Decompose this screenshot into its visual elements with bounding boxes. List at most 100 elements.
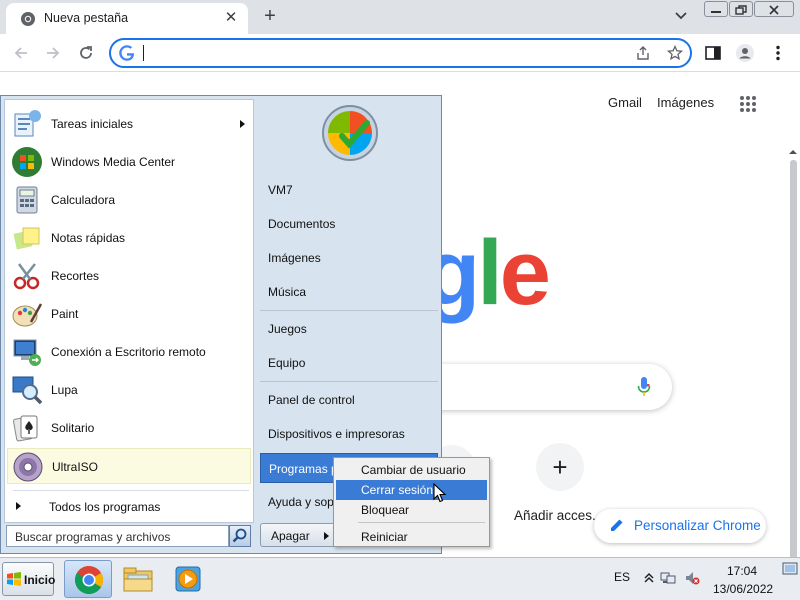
start-item-notas-rapidas[interactable]: Notas rápidas (7, 220, 251, 256)
start-item-ultraiso[interactable]: UltraISO (7, 448, 251, 484)
start-item-paint[interactable]: Paint (7, 296, 251, 332)
more-menu-icon[interactable] (768, 43, 788, 63)
places-item-devices-printers[interactable]: Dispositivos e impresoras (260, 419, 438, 449)
tab-search-chevron-icon[interactable] (672, 6, 690, 24)
start-item-tareas-iniciales[interactable]: Tareas iniciales (7, 106, 251, 142)
share-icon[interactable] (635, 45, 651, 61)
places-item-control-panel[interactable]: Panel de control (260, 385, 438, 415)
restore-button[interactable] (729, 1, 753, 17)
start-item-lupa[interactable]: Lupa (7, 372, 251, 408)
address-text-cursor (143, 45, 144, 61)
restore-icon (735, 5, 747, 15)
scrollbar-thumb[interactable] (790, 160, 797, 557)
places-item-label: Música (268, 285, 307, 299)
profile-avatar-icon[interactable] (735, 43, 755, 63)
taskbar-chrome-button[interactable] (64, 560, 112, 598)
forward-arrow-icon[interactable] (43, 43, 63, 63)
voice-search-mic-icon[interactable] (636, 376, 652, 398)
google-apps-grid-icon[interactable] (739, 95, 757, 113)
start-item-label: Tareas iniciales (51, 117, 134, 131)
show-desktop-icon[interactable] (782, 561, 798, 578)
bookmark-star-icon[interactable] (667, 45, 683, 61)
windows-logo-icon (7, 572, 21, 586)
sticky-notes-icon (13, 227, 40, 250)
start-label: Inicio (24, 573, 56, 587)
places-item-music[interactable]: Música (260, 277, 438, 307)
clock-date[interactable]: 13/06/2022 (713, 582, 773, 596)
snipping-tool-icon (13, 263, 40, 290)
divider (358, 522, 485, 523)
menu-item-log-off[interactable]: Cerrar sesión (336, 480, 487, 500)
scroll-up-arrow-icon[interactable] (788, 147, 798, 157)
start-item-label: UltraISO (52, 460, 99, 474)
start-search-button[interactable] (229, 525, 251, 547)
network-icon[interactable] (660, 570, 676, 586)
menu-item-switch-user[interactable]: Cambiar de usuario (336, 460, 487, 480)
back-arrow-icon[interactable] (11, 43, 31, 63)
start-item-label: Paint (51, 307, 79, 321)
start-item-label: Conexión a Escritorio remoto (51, 345, 206, 359)
explorer-icon (123, 567, 153, 592)
menu-item-label: Cerrar sesión (361, 483, 434, 497)
start-item-solitario[interactable]: Solitario (7, 410, 251, 446)
start-search-input[interactable]: Buscar programas y archivos (6, 525, 229, 547)
start-menu-places-pane: VM7 Documentos Imágenes Música Juegos Eq… (258, 99, 440, 519)
places-item-pictures[interactable]: Imágenes (260, 243, 438, 273)
mouse-pointer-icon (433, 483, 447, 503)
taskbar-explorer-button[interactable] (114, 560, 162, 598)
language-indicator[interactable]: ES (614, 570, 630, 584)
user-picture-icon (322, 105, 378, 161)
places-item-documents[interactable]: Documentos (260, 209, 438, 239)
submenu-arrow-icon (240, 120, 245, 128)
reload-icon[interactable] (76, 43, 96, 63)
divider (260, 310, 438, 311)
start-item-remote-desktop[interactable]: Conexión a Escritorio remoto (7, 334, 251, 370)
images-link[interactable]: Imágenes (657, 95, 714, 110)
paint-icon (12, 303, 43, 327)
places-item-user[interactable]: VM7 (260, 175, 438, 205)
magnifier-icon (12, 376, 43, 405)
places-item-games[interactable]: Juegos (260, 314, 438, 344)
start-button[interactable]: Inicio (2, 562, 56, 596)
start-item-windows-media-center[interactable]: Windows Media Center (7, 144, 251, 180)
browser-toolbar (0, 34, 800, 72)
all-programs-button[interactable]: Todos los programas (7, 494, 251, 520)
volume-muted-icon[interactable] (684, 570, 700, 586)
places-item-label: VM7 (268, 183, 293, 197)
minimize-icon (711, 11, 721, 13)
close-window-button[interactable] (754, 1, 794, 17)
start-item-label: Recortes (51, 269, 100, 283)
divider (260, 381, 438, 382)
address-bar[interactable] (109, 38, 692, 68)
start-item-calculadora[interactable]: Calculadora (7, 182, 251, 218)
menu-item-restart[interactable]: Reiniciar (336, 527, 487, 547)
new-tab-button[interactable]: + (259, 5, 281, 27)
minimize-button[interactable] (704, 1, 728, 17)
chrome-icon (75, 566, 103, 594)
taskbar: Inicio ES 17:04 13/06/2022 (0, 557, 800, 600)
tab-close-button[interactable]: ✕ (222, 9, 240, 27)
start-item-label: Lupa (51, 383, 78, 397)
menu-item-lock[interactable]: Bloquear (336, 500, 487, 520)
clock-time[interactable]: 17:04 (727, 564, 757, 578)
show-hidden-icons-chevron-icon[interactable] (641, 570, 657, 586)
gmail-link[interactable]: Gmail (608, 95, 642, 110)
customize-chrome-button[interactable]: Personalizar Chrome (594, 509, 766, 543)
google-search-box[interactable] (404, 364, 672, 410)
add-shortcut-button[interactable]: + (536, 443, 584, 491)
media-center-icon (12, 147, 42, 177)
tab-strip: Nueva pestaña ✕ + (0, 0, 800, 34)
tab-new-tab[interactable]: Nueva pestaña ✕ (6, 3, 248, 34)
start-item-label: Windows Media Center (51, 155, 176, 169)
getting-started-icon (14, 110, 41, 137)
google-logo: gle (424, 223, 551, 323)
side-panel-icon[interactable] (703, 43, 723, 63)
shutdown-label: Apagar (271, 529, 310, 543)
places-item-computer[interactable]: Equipo (260, 348, 438, 378)
expand-arrow-icon (16, 502, 21, 510)
taskbar-media-player-button[interactable] (164, 560, 212, 598)
shutdown-button[interactable]: Apagar (260, 523, 320, 547)
start-item-recortes[interactable]: Recortes (7, 258, 251, 294)
menu-item-label: Reiniciar (361, 530, 408, 544)
calculator-icon (16, 186, 38, 214)
